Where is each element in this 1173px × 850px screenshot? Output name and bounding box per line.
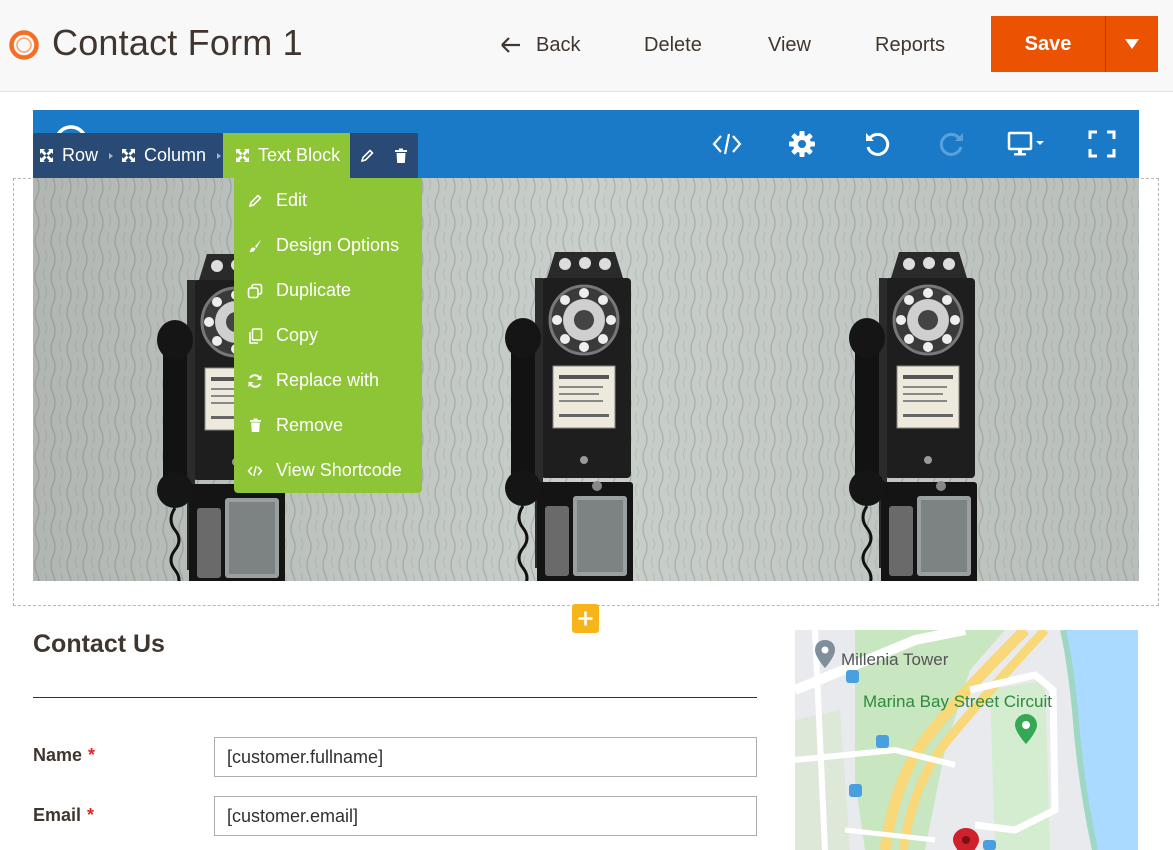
pencil-icon [360,148,374,162]
brush-icon [248,239,261,253]
save-button[interactable]: Save [991,16,1105,72]
element-context-menu: Edit Design Options Duplicate Copy Repla… [234,178,422,493]
duplicate-icon [247,283,263,298]
page-header: Contact Form 1 Back Delete View Reports … [0,0,1173,92]
copy-icon [248,327,262,344]
pencil-icon [248,194,262,208]
email-field[interactable] [214,796,757,836]
name-label: Name * [33,745,95,766]
breadcrumb-column-label: Column [144,145,207,165]
monitor-icon [1007,131,1044,156]
caret-down-icon [1125,39,1139,49]
menu-item-label: Copy [276,325,319,345]
name-field[interactable] [214,737,757,777]
logo-icon [9,30,39,60]
contact-heading: Contact Us [33,630,165,658]
fullscreen-button[interactable] [1064,110,1139,178]
hero-image [33,178,1139,581]
move-icon [236,149,250,162]
page-title: Contact Form 1 [52,22,303,63]
code-icon [712,133,741,155]
menu-item-label: Duplicate [276,280,352,300]
breadcrumb-row-label: Row [62,145,99,165]
undo-button[interactable] [839,110,914,178]
fullscreen-icon [1088,130,1115,158]
view-button[interactable]: View [768,32,811,58]
gear-icon [788,131,815,157]
menu-item-edit[interactable]: Edit [234,178,422,223]
menu-item-remove[interactable]: Remove [234,403,422,448]
email-label-text: Email [33,805,82,825]
builder-tools [689,110,1139,178]
name-label-text: Name [33,745,83,765]
map-label-circuit: Marina Bay Street Circuit [863,692,1052,711]
trash-icon [249,418,261,432]
breadcrumb-column[interactable]: Column [115,133,215,178]
section-divider [33,697,757,698]
chevron-right-icon [107,133,115,178]
map-label-tower: Millenia Tower [841,650,949,669]
menu-item-label: Edit [276,190,308,210]
code-icon [247,465,263,476]
breadcrumb-text-block-label: Text Block [258,145,341,165]
back-label: Back [536,34,581,56]
save-button-group: Save [991,16,1158,72]
menu-item-copy[interactable]: Copy [234,313,422,358]
required-mark: * [88,745,96,765]
chevron-right-icon [215,133,223,178]
save-options-toggle[interactable] [1105,16,1158,72]
menu-item-label: Remove [276,415,344,435]
menu-item-design-options[interactable]: Design Options [234,223,422,268]
back-button[interactable]: Back [500,32,580,58]
settings-button[interactable] [764,110,839,178]
delete-element-button[interactable] [384,133,418,178]
element-breadcrumb: Row Column Text Block [33,133,419,178]
undo-icon [865,132,889,156]
redo-button[interactable] [914,110,989,178]
trash-icon [395,148,408,163]
refresh-icon [248,373,262,388]
move-icon [40,149,53,162]
edit-element-button[interactable] [350,133,384,178]
arrow-left-icon [501,37,520,53]
menu-item-duplicate[interactable]: Duplicate [234,268,422,313]
map-widget[interactable]: Millenia Tower Marina Bay Street Circuit [795,630,1138,850]
breadcrumb-row[interactable]: Row [33,133,107,178]
menu-item-view-shortcode[interactable]: View Shortcode [234,448,422,493]
menu-item-label: Replace with [276,370,380,390]
redo-icon [939,132,963,156]
menu-item-label: View Shortcode [276,460,402,480]
menu-item-label: Design Options [276,235,400,255]
code-view-button[interactable] [689,110,764,178]
email-label: Email * [33,805,94,826]
breadcrumb-text-block[interactable]: Text Block [223,133,351,178]
move-icon [122,149,136,162]
device-preview-dropdown[interactable] [989,110,1064,178]
add-element-button[interactable] [572,604,599,633]
menu-item-replace-with[interactable]: Replace with [234,358,422,403]
reports-button[interactable]: Reports [875,32,945,58]
delete-button[interactable]: Delete [644,32,702,58]
plus-icon [578,611,593,626]
required-mark: * [87,805,95,825]
